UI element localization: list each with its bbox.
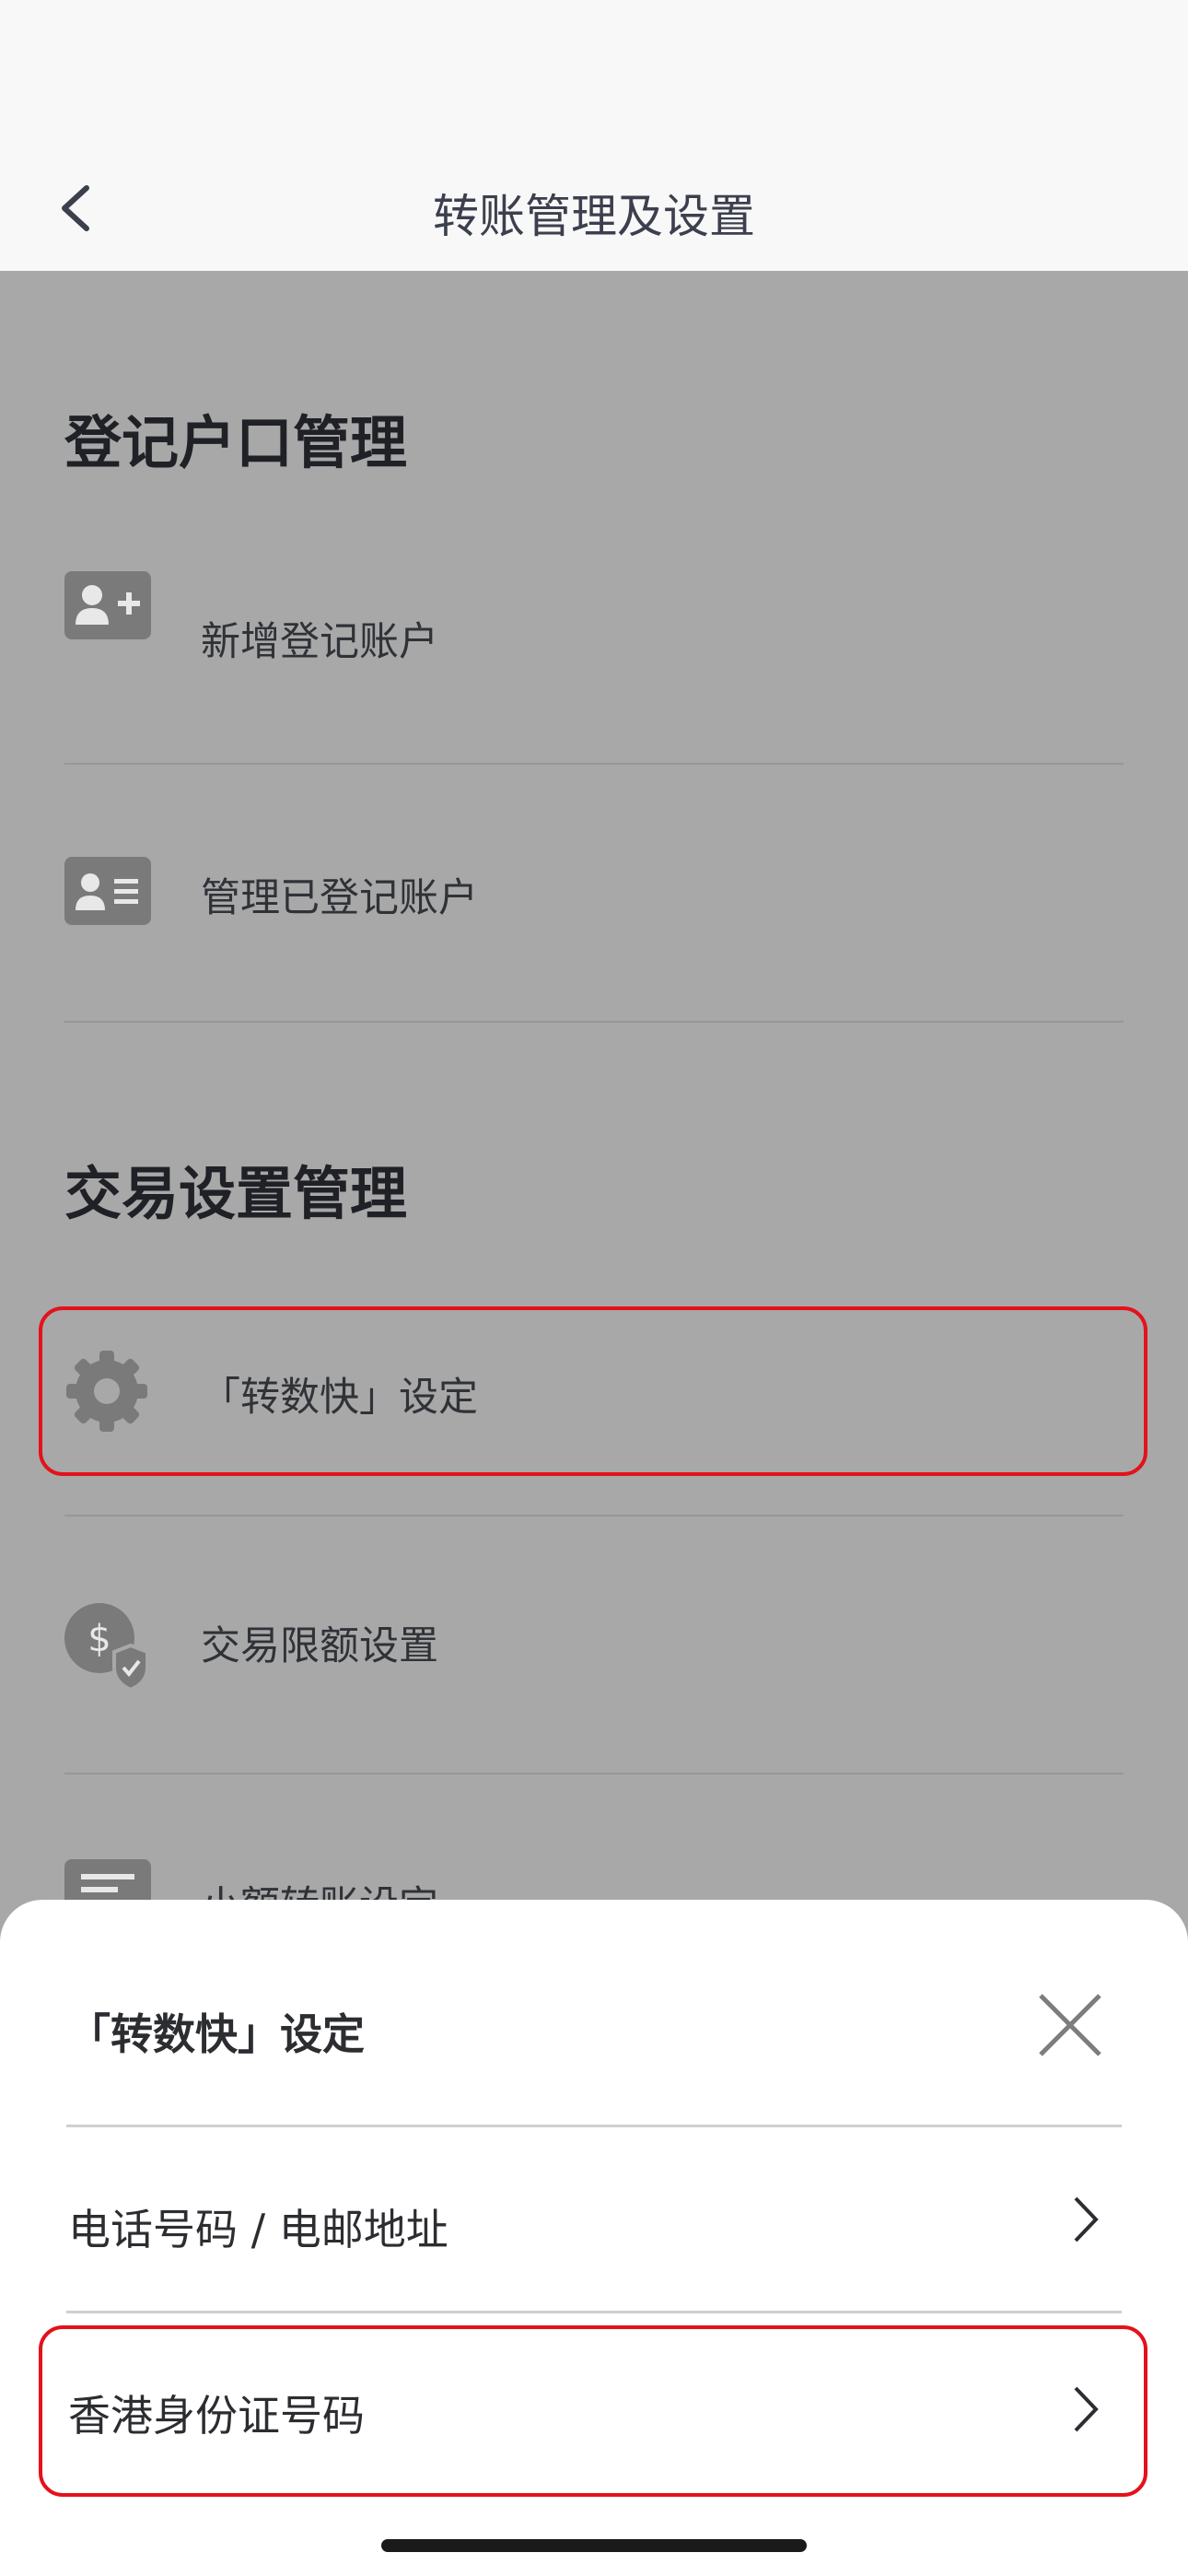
- fps-settings-sheet: 「转数快」设定 电话号码 / 电邮地址 香港身份证号码: [0, 1900, 1188, 2576]
- section-title-transaction-settings: 交易设置管理: [64, 1160, 408, 1227]
- gear-icon: [66, 1351, 147, 1432]
- list-icon: [64, 1859, 151, 1900]
- chevron-right-icon: [1074, 2386, 1099, 2432]
- manage-registered-accounts-row[interactable]: 管理已登记账户: [64, 829, 1124, 967]
- option-label: 香港身份证号码: [68, 2391, 365, 2441]
- divider: [64, 763, 1124, 765]
- svg-text:$: $: [87, 1618, 111, 1660]
- chevron-right-icon: [1074, 2196, 1099, 2242]
- row-label: 新增登记账户: [201, 619, 438, 665]
- transaction-limit-row[interactable]: $ 交易限额设置: [64, 1575, 1124, 1714]
- row-label: 交易限额设置: [201, 1623, 438, 1669]
- divider: [66, 2125, 1122, 2127]
- row-label: 「转数快」设定: [201, 1375, 478, 1421]
- phone-email-option[interactable]: 电话号码 / 电邮地址: [66, 2134, 1122, 2309]
- dollar-shield-icon: $: [64, 1603, 149, 1692]
- add-person-icon: [64, 571, 151, 639]
- section-title-account-management: 登记户口管理: [64, 409, 408, 476]
- add-registered-account-row[interactable]: 新增登记账户: [64, 571, 1124, 709]
- nav-header: 转账管理及设置: [0, 0, 1188, 271]
- divider: [64, 1773, 1124, 1774]
- home-indicator: [381, 2539, 807, 2552]
- divider: [64, 1515, 1124, 1516]
- option-label: 电话号码 / 电邮地址: [68, 2205, 448, 2254]
- hkid-option[interactable]: 香港身份证号码: [66, 2331, 1122, 2491]
- row-label: 管理已登记账户: [201, 875, 478, 921]
- small-transfer-row[interactable]: 小额转账设定: [64, 1841, 1124, 1900]
- page-title: 转账管理及设置: [433, 190, 755, 243]
- row-label: 小额转账设定: [201, 1874, 438, 1900]
- divider: [64, 1021, 1124, 1023]
- contact-card-icon: [64, 857, 151, 925]
- divider: [66, 2311, 1122, 2313]
- sheet-title: 「转数快」设定: [68, 2009, 365, 2059]
- close-icon[interactable]: [1037, 1992, 1103, 2058]
- fps-settings-row[interactable]: 「转数快」设定: [64, 1317, 1124, 1465]
